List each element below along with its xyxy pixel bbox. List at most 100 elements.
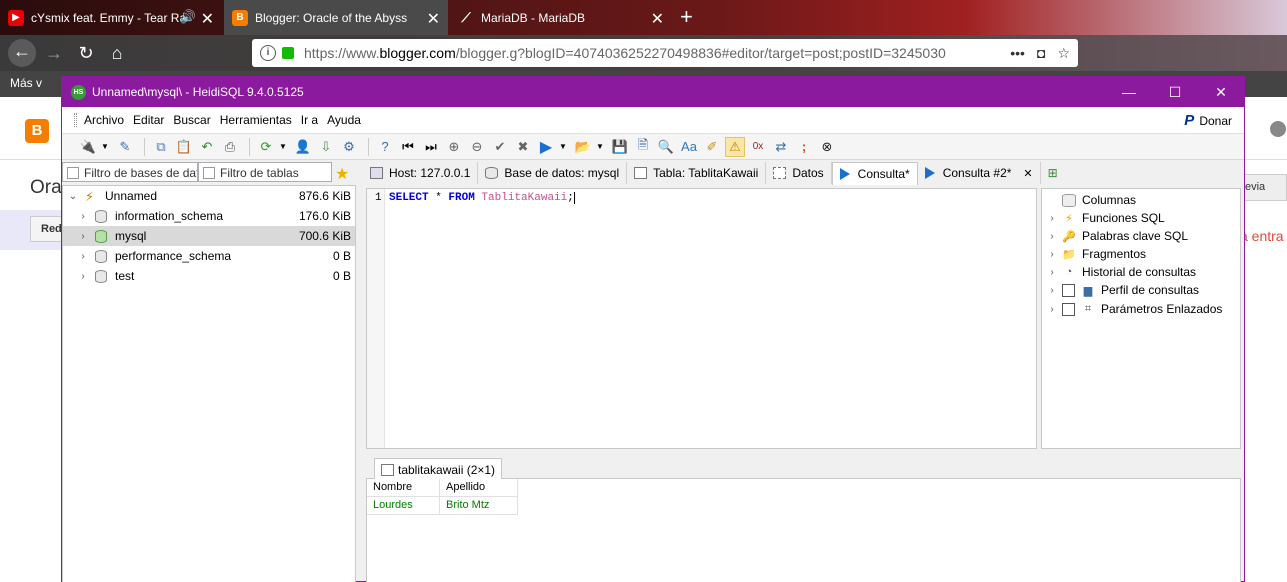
helper-bind-params[interactable]: › ⌗ Parámetros Enlazados bbox=[1042, 300, 1222, 318]
menu-editar[interactable]: Editar bbox=[130, 113, 167, 127]
disconnect-icon[interactable]: ✎ bbox=[115, 137, 135, 157]
helper-query-history[interactable]: › ◔ Historial de consultas bbox=[1042, 263, 1196, 281]
speaker-icon[interactable]: 🔊 bbox=[180, 9, 196, 25]
chevron-right-icon[interactable]: › bbox=[77, 251, 89, 262]
favorites-star-icon[interactable]: ★ bbox=[335, 164, 349, 184]
close-icon[interactable]: ✕ bbox=[651, 9, 664, 29]
session-manager-icon[interactable]: 🔌 bbox=[78, 137, 98, 157]
close-icon[interactable]: ✕ bbox=[201, 9, 214, 29]
menu-ayuda[interactable]: Ayuda bbox=[324, 113, 364, 127]
chevron-right-icon[interactable]: › bbox=[1042, 267, 1062, 278]
run-query-icon[interactable]: ▶ bbox=[536, 137, 556, 157]
chevron-down-icon[interactable]: ▼ bbox=[101, 137, 109, 157]
import-icon[interactable]: ⇩ bbox=[316, 137, 336, 157]
helper-columns[interactable]: Columnas bbox=[1042, 191, 1136, 209]
last-record-icon[interactable]: ⏭ bbox=[421, 137, 441, 157]
column-header-nombre[interactable]: Nombre bbox=[367, 479, 440, 497]
menu-herramientas[interactable]: Herramientas bbox=[217, 113, 295, 127]
chevron-right-icon[interactable]: › bbox=[1042, 213, 1062, 224]
paste-icon[interactable]: 📋 bbox=[174, 137, 194, 157]
tree-item-server[interactable]: ⌄ ⚡ Unnamed 876.6 KiB bbox=[63, 186, 355, 206]
star-icon[interactable]: ☆ bbox=[1057, 45, 1070, 62]
chevron-right-icon[interactable]: › bbox=[1042, 304, 1062, 315]
browser-tab-mariadb[interactable]: ⟋ MariaDB - MariaDB ✕ bbox=[450, 0, 672, 35]
menu-archivo[interactable]: Archivo bbox=[81, 113, 127, 127]
insert-record-icon[interactable]: ⊕ bbox=[444, 137, 464, 157]
warning-icon[interactable]: ⚠ bbox=[725, 136, 745, 157]
column-header-apellido[interactable]: Apellido bbox=[440, 479, 518, 497]
print-icon[interactable]: ⎙ bbox=[220, 137, 240, 157]
forward-icon[interactable]: → bbox=[42, 41, 66, 65]
close-icon[interactable]: ✕ bbox=[1198, 77, 1244, 107]
find-icon[interactable]: 🔍 bbox=[656, 137, 676, 157]
chevron-right-icon[interactable]: › bbox=[1042, 231, 1062, 242]
table-filter-input[interactable]: Filtro de tablas bbox=[198, 162, 332, 182]
helper-query-profile[interactable]: › ▆ Perfil de consultas bbox=[1042, 281, 1199, 299]
chevron-right-icon[interactable]: › bbox=[77, 231, 89, 242]
sql-code[interactable]: SELECT * FROM TablitaKawaii; bbox=[389, 192, 575, 204]
tree-item-performance-schema[interactable]: › performance_schema 0 B bbox=[63, 246, 355, 266]
chevron-right-icon[interactable]: › bbox=[1042, 249, 1062, 260]
tab-host[interactable]: Host: 127.0.0.1 bbox=[363, 162, 479, 184]
help-icon[interactable]: ? bbox=[375, 137, 395, 157]
tab-query-2[interactable]: Consulta #2* ✕ bbox=[918, 162, 1041, 184]
table-cell[interactable]: Brito Mtz bbox=[440, 497, 518, 515]
post-icon[interactable]: ✔ bbox=[490, 137, 510, 157]
browser-tab-youtube[interactable]: ▶ cYsmix feat. Emmy - Tear Ra 🔊 ✕ bbox=[0, 0, 222, 35]
chevron-right-icon[interactable]: › bbox=[77, 211, 89, 222]
open-sql-file-icon[interactable]: 📂 bbox=[573, 137, 593, 157]
new-query-tab-button[interactable]: ⊞ bbox=[1041, 162, 1065, 184]
chevron-down-icon[interactable]: ▼ bbox=[559, 137, 567, 157]
donate-button[interactable]: P Donar bbox=[1184, 112, 1232, 129]
tree-item-information-schema[interactable]: › information_schema 176.0 KiB bbox=[63, 206, 355, 226]
maximize-icon[interactable]: ☐ bbox=[1152, 77, 1198, 107]
new-tab-icon[interactable]: + bbox=[680, 4, 693, 30]
delete-record-icon[interactable]: ⊖ bbox=[467, 137, 487, 157]
save-as-snippet-icon[interactable]: 🗎 bbox=[633, 137, 653, 157]
hex-icon[interactable]: 0x bbox=[748, 137, 768, 157]
replace-icon[interactable]: Aa bbox=[679, 137, 699, 157]
blogger-logo[interactable]: B bbox=[25, 119, 49, 143]
tab-data[interactable]: Datos bbox=[766, 162, 832, 184]
more-icon[interactable]: ••• bbox=[1010, 45, 1025, 62]
first-record-icon[interactable]: ⏮ bbox=[398, 137, 418, 157]
tree-item-test[interactable]: › test 0 B bbox=[63, 266, 355, 286]
chevron-down-icon[interactable]: ▼ bbox=[279, 137, 287, 157]
bind-params-checkbox[interactable] bbox=[1062, 302, 1075, 316]
maintenance-icon[interactable]: ⚙ bbox=[339, 137, 359, 157]
reload-icon[interactable]: ↻ bbox=[74, 41, 98, 65]
info-icon[interactable]: i bbox=[260, 45, 276, 61]
helper-sql-keywords[interactable]: › 🔑 Palabras clave SQL bbox=[1042, 227, 1188, 245]
undo-icon[interactable]: ↶ bbox=[197, 137, 217, 157]
pocket-icon[interactable]: ◘ bbox=[1037, 45, 1045, 62]
save-icon[interactable]: 💾 bbox=[610, 137, 630, 157]
helper-snippets[interactable]: › 📁 Fragmentos bbox=[1042, 245, 1146, 263]
helper-sql-functions[interactable]: › ⚡ Funciones SQL bbox=[1042, 209, 1164, 227]
semicolon-icon[interactable]: ; bbox=[794, 137, 814, 157]
cancel-icon[interactable]: ✖ bbox=[513, 137, 533, 157]
format-sql-icon[interactable]: ✐ bbox=[702, 137, 722, 157]
tree-item-mysql[interactable]: › mysql 700.6 KiB bbox=[63, 226, 355, 246]
tab-database[interactable]: Base de datos: mysql bbox=[478, 162, 628, 184]
tab-table[interactable]: Tabla: TablitaKawaii bbox=[627, 162, 767, 184]
tab-query[interactable]: Consulta* bbox=[831, 162, 918, 185]
account-icon[interactable] bbox=[1270, 121, 1286, 137]
home-icon[interactable]: ⌂ bbox=[105, 41, 129, 65]
chevron-down-icon[interactable]: ▼ bbox=[596, 137, 604, 157]
browser-tab-blogger[interactable]: B Blogger: Oracle of the Abyss ✕ bbox=[224, 0, 448, 35]
back-icon[interactable]: ← bbox=[8, 39, 36, 67]
close-icon[interactable]: ✕ bbox=[427, 9, 440, 29]
preview-button[interactable]: evia bbox=[1240, 174, 1287, 201]
table-cell[interactable]: Lourdes bbox=[367, 497, 440, 515]
db-filter-input[interactable]: Filtro de bases de dat bbox=[62, 162, 198, 182]
menu-buscar[interactable]: Buscar bbox=[170, 113, 213, 127]
minimize-icon[interactable]: — bbox=[1106, 77, 1152, 107]
chevron-down-icon[interactable]: ⌄ bbox=[67, 191, 79, 202]
url-bar[interactable]: i https://www. blogger.com/blogger.g?blog… bbox=[252, 39, 1078, 67]
log-icon[interactable]: ⇄ bbox=[771, 137, 791, 157]
stop-icon[interactable]: ⊗ bbox=[817, 137, 837, 157]
sql-editor[interactable]: 1 SELECT * FROM TablitaKawaii; bbox=[366, 188, 1037, 449]
copy-icon[interactable]: ⧉ bbox=[151, 137, 171, 157]
close-icon[interactable]: ✕ bbox=[1023, 167, 1032, 180]
chevron-right-icon[interactable]: › bbox=[77, 271, 89, 282]
